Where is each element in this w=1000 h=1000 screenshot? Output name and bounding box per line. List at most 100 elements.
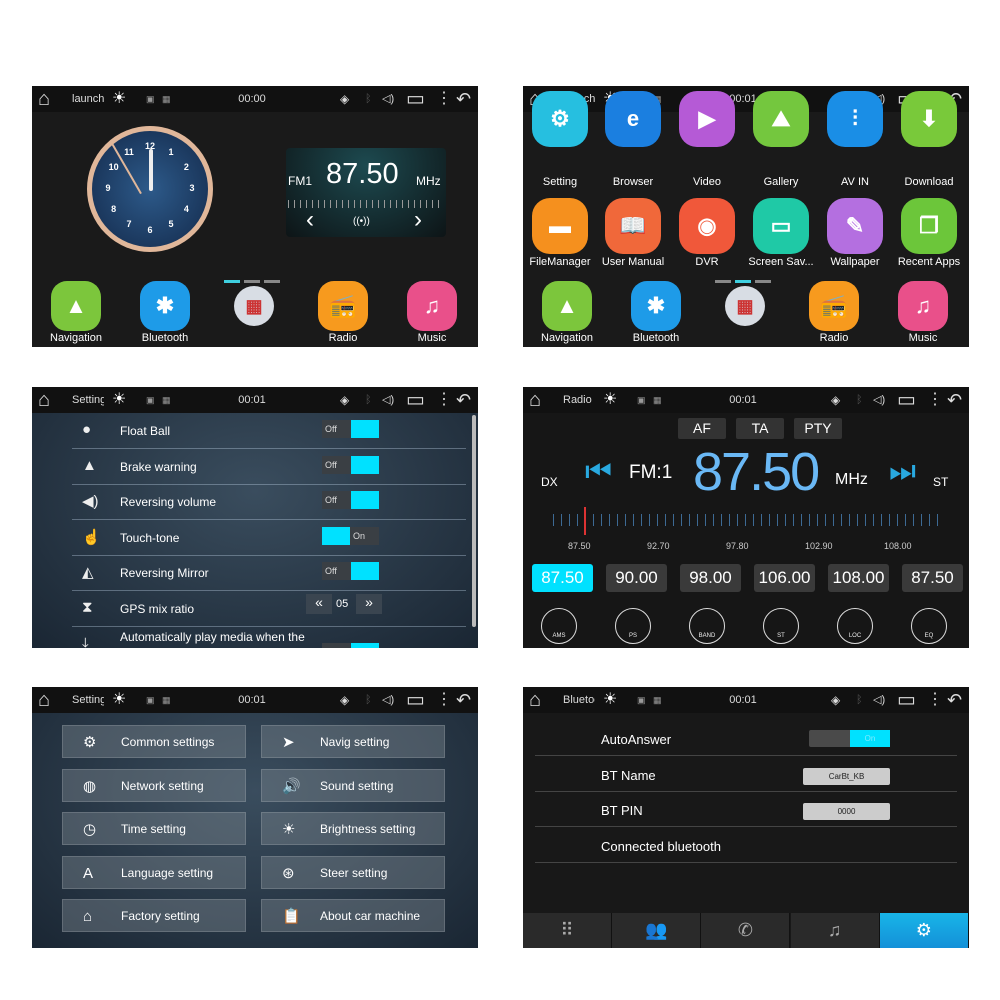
next-station-icon[interactable]: › — [414, 206, 422, 234]
settings-menu-navig-setting[interactable]: ➤ Navig setting — [261, 725, 445, 758]
decrease-button[interactable]: « — [306, 594, 332, 614]
prev-station-icon[interactable]: ‹ — [306, 206, 314, 234]
window-icon[interactable]: ▭ — [406, 387, 425, 413]
settings-menu-network-setting[interactable]: ◍ Network setting — [62, 768, 246, 802]
ps-button[interactable]: PS — [615, 608, 651, 644]
back-icon[interactable]: ↶ — [947, 687, 962, 713]
menu-dots-icon[interactable]: ⋮ — [927, 387, 943, 413]
dock-navigation-icon[interactable]: ▲ — [51, 281, 101, 331]
app-user-manual-icon[interactable]: 📖 — [605, 198, 661, 254]
stereo-button[interactable]: ST — [763, 608, 799, 644]
settings-menu-language-setting[interactable]: A Language setting — [62, 855, 246, 889]
volume-icon[interactable]: ◁) — [873, 387, 885, 413]
settings-row[interactable]: ⧗ GPS mix ratio « 05 » — [72, 591, 466, 627]
tab-bt-music[interactable]: ♫ — [790, 913, 880, 948]
app-wallpaper-icon[interactable]: ✎ — [827, 198, 883, 254]
settings-menu-common-settings[interactable]: ⚙ Common settings — [62, 725, 246, 758]
settings-row[interactable]: ◀) Reversing volume Off — [72, 484, 466, 521]
settings-menu-time-setting[interactable]: ◷ Time setting — [62, 812, 246, 845]
home-icon[interactable]: ⌂ — [529, 387, 541, 413]
settings-row[interactable]: ● Float Ball Off — [72, 413, 466, 449]
app-download-icon[interactable]: ⬇ — [901, 91, 957, 147]
seek-forward-button[interactable]: ⏭ — [889, 455, 916, 489]
dock-apps-icon[interactable]: ▦ — [234, 286, 274, 326]
settings-row[interactable]: ▲ Brake warning Off — [72, 449, 466, 485]
dock-music-icon[interactable]: ♫ — [898, 281, 948, 331]
tab-dialpad[interactable]: ⠿ — [523, 913, 612, 948]
scrollbar[interactable] — [472, 415, 476, 627]
page-dot[interactable] — [755, 280, 771, 283]
toggle-switch[interactable]: Off — [322, 420, 379, 438]
settings-row[interactable]: ☝ Touch-tone On — [72, 520, 466, 556]
menu-dots-icon[interactable]: ⋮ — [436, 387, 452, 413]
dock-bluetooth-icon[interactable]: ✱ — [631, 281, 681, 331]
preset-button[interactable]: 108.00 — [828, 564, 889, 592]
dock-bluetooth-icon[interactable]: ✱ — [140, 281, 190, 331]
loc-button[interactable]: LOC — [837, 608, 873, 644]
settings-row[interactable]: ◭ Reversing Mirror Off — [72, 555, 466, 592]
radio-af-button[interactable]: AF — [678, 418, 726, 439]
seek-back-button[interactable]: ⏮ — [585, 455, 612, 489]
app-video-icon[interactable]: ▶ — [679, 91, 735, 147]
settings-menu-steer-setting[interactable]: ⊛ Steer setting — [261, 855, 445, 889]
back-icon[interactable]: ↶ — [947, 387, 962, 413]
app-screen-sav--icon[interactable]: ▭ — [753, 198, 809, 254]
home-icon[interactable]: ⌂ — [38, 86, 50, 112]
app-setting-icon[interactable]: ⚙ — [532, 91, 588, 147]
dock-music-icon[interactable]: ♫ — [407, 281, 457, 331]
menu-dots-icon[interactable]: ⋮ — [927, 687, 943, 713]
page-dot[interactable] — [244, 280, 260, 283]
window-icon[interactable]: ▭ — [897, 687, 916, 713]
home-icon[interactable]: ⌂ — [529, 687, 541, 713]
bt-name-field[interactable]: CarBt_KB — [803, 767, 890, 785]
brightness-icon[interactable]: ☀ — [112, 687, 126, 713]
window-icon[interactable]: ▭ — [406, 687, 425, 713]
dock-navigation-icon[interactable]: ▲ — [542, 281, 592, 331]
app-gallery-icon[interactable]: ⛰ — [753, 91, 809, 147]
brightness-icon[interactable]: ☀ — [112, 387, 126, 413]
volume-icon[interactable]: ◁) — [382, 687, 394, 713]
increase-button[interactable]: » — [356, 594, 382, 614]
brightness-icon[interactable]: ☀ — [112, 86, 126, 112]
toggle-switch[interactable]: Off — [322, 562, 379, 581]
tab-bt-settings[interactable]: ⚙ — [879, 913, 969, 948]
page-dot[interactable] — [735, 280, 751, 283]
settings-menu-factory-setting[interactable]: ⌂ Factory setting — [62, 899, 246, 932]
toggle-switch[interactable]: Off — [322, 642, 379, 648]
window-icon[interactable]: ▭ — [406, 86, 425, 112]
tab-call-log[interactable]: ✆ — [701, 913, 791, 948]
connected-bluetooth-row[interactable]: Connected bluetooth — [535, 828, 957, 863]
back-icon[interactable]: ↶ — [456, 687, 471, 713]
toggle-switch[interactable]: On — [322, 526, 379, 545]
page-dot[interactable] — [715, 280, 731, 283]
dock-radio-icon[interactable]: 📻 — [318, 281, 368, 331]
auto-answer-toggle[interactable]: On — [809, 730, 890, 747]
app-browser-icon[interactable]: e — [605, 91, 661, 147]
toggle-switch[interactable]: Off — [322, 491, 379, 510]
page-dot[interactable] — [224, 280, 240, 283]
settings-menu-brightness-setting[interactable]: ☀ Brightness setting — [261, 812, 445, 845]
menu-dots-icon[interactable]: ⋮ — [436, 687, 452, 713]
dock-radio-icon[interactable]: 📻 — [809, 281, 859, 331]
antenna-icon[interactable]: ((•)) — [353, 216, 370, 227]
settings-menu-about-car-machine[interactable]: 📋 About car machine — [261, 899, 445, 932]
window-icon[interactable]: ▭ — [897, 387, 916, 413]
preset-button[interactable]: 87.50 — [532, 564, 593, 592]
app-av-in-icon[interactable]: ⫶ — [827, 91, 883, 147]
back-icon[interactable]: ↶ — [456, 387, 471, 413]
dock-apps-icon[interactable]: ▦ — [725, 286, 765, 326]
volume-icon[interactable]: ◁) — [382, 387, 394, 413]
home-icon[interactable]: ⌂ — [38, 687, 50, 713]
preset-button[interactable]: 106.00 — [754, 564, 815, 592]
menu-dots-icon[interactable]: ⋮ — [436, 86, 452, 112]
preset-button[interactable]: 87.50 — [902, 564, 963, 592]
settings-row[interactable]: ⤓ Automatically play media when the Off — [72, 627, 466, 648]
radio-ta-button[interactable]: TA — [736, 418, 784, 439]
toggle-switch[interactable]: Off — [322, 455, 379, 474]
app-filemanager-icon[interactable]: ▬ — [532, 198, 588, 254]
preset-button[interactable]: 90.00 — [606, 564, 667, 592]
volume-icon[interactable]: ◁) — [873, 687, 885, 713]
preset-button[interactable]: 98.00 — [680, 564, 741, 592]
back-icon[interactable]: ↶ — [456, 86, 471, 112]
home-icon[interactable]: ⌂ — [38, 387, 50, 413]
